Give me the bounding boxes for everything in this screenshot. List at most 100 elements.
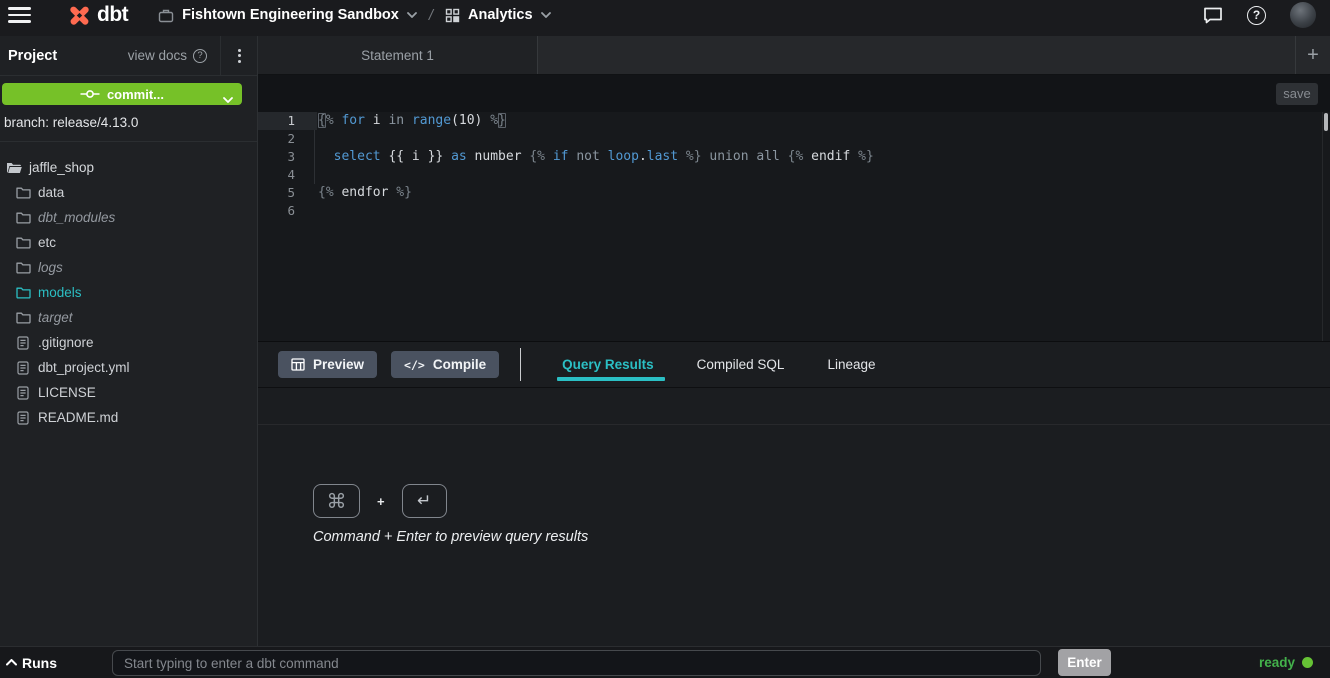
tree-item-label: logs bbox=[38, 260, 63, 275]
preview-button[interactable]: Preview bbox=[278, 351, 377, 378]
tree-item-label: README.md bbox=[38, 410, 118, 425]
tab-statement-1[interactable]: Statement 1 bbox=[258, 36, 538, 74]
sidebar-header: Project view docs ? bbox=[0, 36, 257, 76]
file-icon bbox=[15, 361, 31, 375]
git-commit-icon bbox=[80, 88, 100, 100]
user-avatar[interactable] bbox=[1290, 2, 1316, 28]
tree-item-readme-md[interactable]: README.md bbox=[0, 405, 257, 430]
code-lines: 1{% for i in range(10) %}23 select {{ i … bbox=[258, 112, 1330, 220]
tree-item-jaffle-shop[interactable]: jaffle_shop bbox=[0, 155, 257, 180]
results-tab-lineage[interactable]: Lineage bbox=[827, 342, 875, 387]
folder-icon bbox=[15, 311, 31, 324]
tree-item-models[interactable]: models bbox=[0, 280, 257, 305]
file-icon bbox=[15, 411, 31, 425]
save-button[interactable]: save bbox=[1276, 83, 1318, 105]
code-line-text bbox=[317, 166, 318, 184]
chat-icon[interactable] bbox=[1203, 6, 1223, 25]
dbt-logo-x-icon bbox=[66, 2, 93, 29]
main-row: Project view docs ? commit... bbox=[0, 36, 1330, 646]
table-icon bbox=[291, 358, 305, 371]
code-icon: </> bbox=[404, 358, 425, 372]
breadcrumb-separator: / bbox=[429, 7, 433, 24]
code-line-3: 3 select {{ i }} as number {% if not loo… bbox=[258, 148, 1330, 166]
shortcut-hint: Command + Enter to preview query results bbox=[313, 529, 588, 545]
sidebar: Project view docs ? commit... bbox=[0, 36, 258, 646]
new-tab-button[interactable]: + bbox=[1296, 36, 1330, 74]
code-line-5: 5{% endfor %} bbox=[258, 184, 1330, 202]
code-editor[interactable]: 1{% for i in range(10) %}23 select {{ i … bbox=[258, 112, 1330, 341]
tree-item-dbt-project-yml[interactable]: dbt_project.yml bbox=[0, 355, 257, 380]
tree-item-label: LICENSE bbox=[38, 385, 96, 400]
tab-statement-1-label: Statement 1 bbox=[361, 48, 434, 63]
code-line-text: {% endfor %} bbox=[317, 184, 412, 202]
line-number: 5 bbox=[258, 184, 317, 202]
compile-button[interactable]: </> Compile bbox=[391, 351, 499, 378]
tree-item-gitignore[interactable]: .gitignore bbox=[0, 330, 257, 355]
file-tree: jaffle_shopdatadbt_modulesetc logs models t… bbox=[0, 142, 257, 430]
line-number: 1 bbox=[258, 112, 317, 130]
results-header: Preview </> Compile Query Results Compile… bbox=[258, 341, 1330, 388]
top-bar: dbt Fishtown Engineering Sandbox / bbox=[0, 0, 1330, 36]
code-line-1: 1{% for i in range(10) %} bbox=[258, 112, 1330, 130]
environment-switcher-label: Analytics bbox=[468, 7, 532, 23]
briefcase-icon bbox=[158, 8, 174, 23]
environment-switcher[interactable]: Analytics bbox=[445, 7, 550, 23]
runs-toggle[interactable]: Runs bbox=[6, 655, 57, 671]
dbt-logo-text: dbt bbox=[97, 3, 128, 27]
command-input[interactable] bbox=[112, 650, 1041, 676]
chevron-down-icon bbox=[541, 12, 551, 18]
code-line-4: 4 bbox=[258, 166, 1330, 184]
results-tabs: Query Results Compiled SQL Lineage bbox=[562, 342, 875, 387]
runs-label: Runs bbox=[22, 655, 57, 671]
plus-glyph: + bbox=[377, 494, 385, 509]
tree-item-logs[interactable]: logs bbox=[0, 255, 257, 280]
kebab-menu-icon[interactable] bbox=[221, 49, 257, 63]
hamburger-menu-icon[interactable] bbox=[8, 3, 40, 27]
folder-open-icon bbox=[6, 161, 22, 174]
command-key-icon: ⌘ bbox=[313, 484, 360, 518]
editor-scrollbar-thumb[interactable] bbox=[1324, 113, 1328, 131]
indent-guide bbox=[314, 130, 315, 184]
tree-item-target[interactable]: target bbox=[0, 305, 257, 330]
status-ready-dot-icon bbox=[1302, 657, 1313, 668]
results-tab-query-results[interactable]: Query Results bbox=[562, 342, 654, 387]
sidebar-title: Project bbox=[8, 48, 57, 64]
tree-item-label: models bbox=[38, 285, 82, 300]
code-line-text bbox=[317, 202, 318, 220]
file-icon bbox=[15, 336, 31, 350]
file-icon bbox=[15, 386, 31, 400]
question-circle-icon: ? bbox=[193, 49, 207, 63]
line-number: 6 bbox=[258, 202, 317, 220]
tree-item-label: dbt_project.yml bbox=[38, 360, 130, 375]
apps-grid-icon bbox=[445, 8, 460, 23]
folder-icon bbox=[15, 261, 31, 274]
help-icon[interactable]: ? bbox=[1247, 6, 1266, 25]
line-number: 4 bbox=[258, 166, 317, 184]
tree-item-license[interactable]: LICENSE bbox=[0, 380, 257, 405]
tree-item-dbt-modules[interactable]: dbt_modules bbox=[0, 205, 257, 230]
dbt-logo[interactable]: dbt bbox=[66, 2, 128, 29]
results-tab-compiled-sql[interactable]: Compiled SQL bbox=[697, 342, 785, 387]
editor-scrollbar bbox=[1322, 112, 1330, 341]
folder-icon bbox=[15, 286, 31, 299]
tree-item-data[interactable]: data bbox=[0, 180, 257, 205]
view-docs-label: view docs bbox=[128, 48, 187, 63]
code-line-6: 6 bbox=[258, 202, 1330, 220]
editor-tab-bar: Statement 1 + bbox=[258, 36, 1330, 75]
branch-label: branch: release/4.13.0 bbox=[0, 105, 257, 142]
folder-icon bbox=[15, 236, 31, 249]
main-panel: Statement 1 + save 1{% for i in range(10… bbox=[258, 36, 1330, 646]
commit-button-label: commit... bbox=[107, 87, 164, 102]
enter-key-icon: ↵ bbox=[402, 484, 447, 518]
chevron-up-icon bbox=[6, 659, 17, 666]
project-switcher[interactable]: Fishtown Engineering Sandbox bbox=[158, 7, 417, 23]
code-line-text: select {{ i }} as number {% if not loop.… bbox=[317, 148, 874, 166]
commit-button[interactable]: commit... bbox=[2, 83, 242, 105]
enter-button[interactable]: Enter bbox=[1058, 649, 1111, 676]
keyboard-shortcut: ⌘ + ↵ bbox=[313, 484, 447, 518]
view-docs-link[interactable]: view docs ? bbox=[128, 48, 207, 63]
results-content: ⌘ + ↵ Command + Enter to preview query r… bbox=[258, 425, 1330, 646]
tree-item-etc[interactable]: etc bbox=[0, 230, 257, 255]
dbt-cloud-ide: dbt Fishtown Engineering Sandbox / bbox=[0, 0, 1330, 678]
results-subheader bbox=[258, 388, 1330, 425]
